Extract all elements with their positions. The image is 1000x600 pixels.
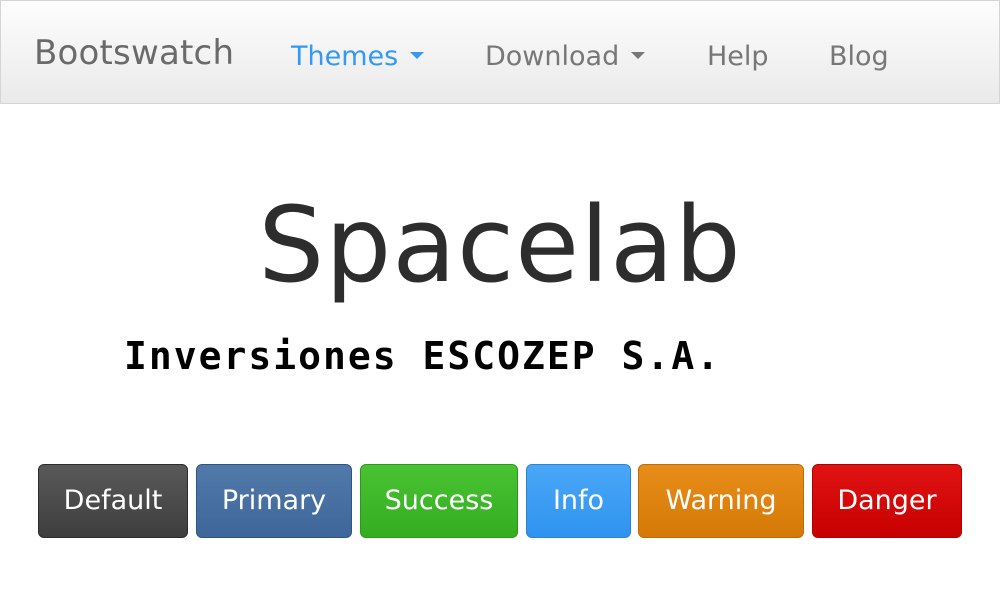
default-button[interactable]: Default (38, 464, 188, 538)
page-title: Spacelab (258, 184, 742, 306)
caret-down-icon (410, 52, 425, 59)
caret-down-icon (631, 52, 646, 59)
company-subtitle: Inversiones ESCOZEP S.A. (124, 334, 722, 378)
primary-button[interactable]: Primary (196, 464, 352, 538)
success-button[interactable]: Success (360, 464, 518, 538)
nav-blog-link[interactable]: Blog (829, 39, 889, 75)
nav-help-link[interactable]: Help (707, 39, 769, 75)
nav-themes-label: Themes (291, 41, 399, 72)
top-navbar: Bootswatch Themes Download Help Blog (0, 0, 1000, 104)
danger-button[interactable]: Danger (812, 464, 962, 538)
nav-download-dropdown[interactable]: Download (485, 39, 646, 75)
nav-download-label: Download (485, 41, 620, 72)
info-button[interactable]: Info (526, 464, 631, 538)
nav-themes-dropdown[interactable]: Themes (291, 39, 425, 75)
warning-button[interactable]: Warning (638, 464, 804, 538)
brand-link[interactable]: Bootswatch (34, 31, 234, 75)
